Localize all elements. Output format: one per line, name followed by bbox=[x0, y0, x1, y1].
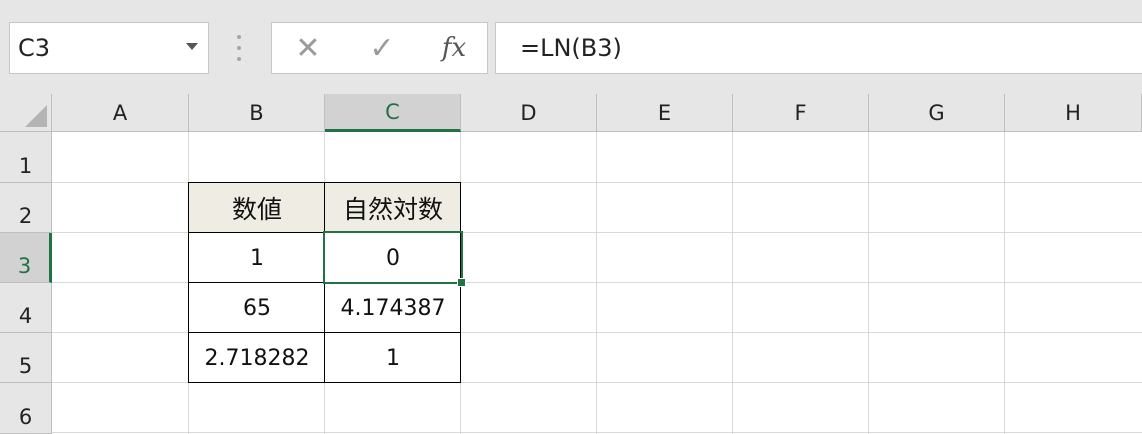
active-cell-outline bbox=[323, 231, 463, 284]
grip-icon[interactable] bbox=[236, 35, 242, 61]
grid-line bbox=[868, 132, 869, 434]
formula-text[interactable]: =LN(B3) bbox=[520, 34, 622, 62]
column-header-c[interactable]: C bbox=[325, 94, 461, 132]
insert-function-icon[interactable]: fx bbox=[432, 23, 476, 73]
row-header-6[interactable]: 6 bbox=[0, 383, 52, 434]
select-all-button[interactable] bbox=[0, 94, 52, 132]
row-header-4[interactable]: 4 bbox=[0, 283, 52, 333]
row-header-1[interactable]: 1 bbox=[0, 132, 52, 183]
enter-icon[interactable]: ✓ bbox=[364, 23, 400, 73]
name-box[interactable]: C3 bbox=[9, 22, 209, 74]
chevron-down-icon[interactable] bbox=[186, 43, 198, 50]
worksheet-grid: A B C D E F G H 1 2 3 4 5 6 数値 自然対数 1 0 … bbox=[0, 94, 1142, 434]
column-header-g[interactable]: G bbox=[869, 94, 1005, 132]
table-border bbox=[188, 282, 461, 333]
grid-line bbox=[52, 432, 1142, 433]
column-header-b[interactable]: B bbox=[189, 94, 325, 132]
row-header-5[interactable]: 5 bbox=[0, 333, 52, 383]
column-header-a[interactable]: A bbox=[52, 94, 189, 132]
cancel-icon[interactable]: ✕ bbox=[290, 23, 326, 73]
column-header-e[interactable]: E bbox=[597, 94, 733, 132]
grid-line bbox=[1004, 132, 1005, 434]
fill-handle[interactable] bbox=[457, 278, 466, 287]
column-header-d[interactable]: D bbox=[461, 94, 597, 132]
column-header-h[interactable]: H bbox=[1005, 94, 1142, 132]
row-header-3[interactable]: 3 bbox=[0, 233, 52, 283]
row-header-2[interactable]: 2 bbox=[0, 183, 52, 233]
table-border bbox=[188, 182, 461, 233]
grid-line bbox=[732, 132, 733, 434]
formula-input[interactable]: =LN(B3) bbox=[495, 22, 1142, 74]
select-all-icon bbox=[25, 105, 47, 127]
grid-line bbox=[596, 132, 597, 434]
column-header-f[interactable]: F bbox=[733, 94, 869, 132]
formula-buttons: ✕ ✓ fx bbox=[271, 22, 488, 74]
name-box-value[interactable]: C3 bbox=[18, 34, 50, 62]
